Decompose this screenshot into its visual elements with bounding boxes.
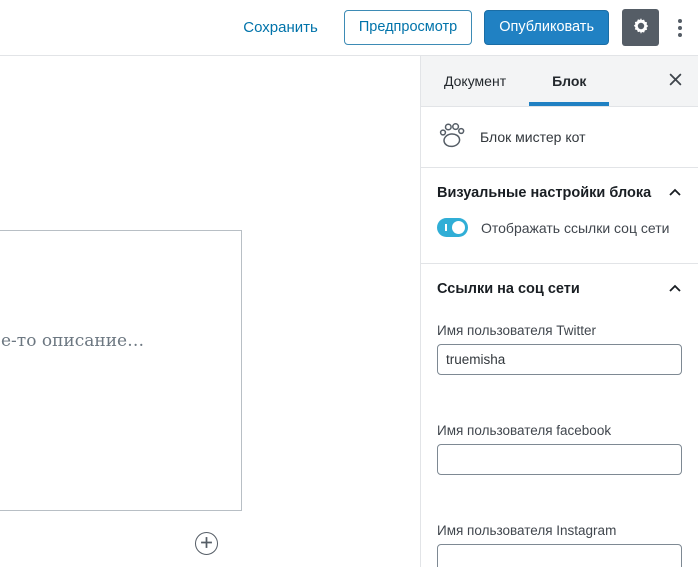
panel-title: Ссылки на соц сети [437,281,580,297]
toggle-label: Отображать ссылки соц сети [481,219,670,236]
twitter-username-label: Имя пользователя Twitter [437,323,597,338]
plus-circle-icon [200,535,213,552]
close-sidebar-button[interactable] [663,56,688,106]
save-draft-button[interactable]: Сохранить [243,19,318,36]
gear-icon [631,16,651,39]
block-inserter-button[interactable] [195,532,218,555]
panel-social-links: Ссылки на соц сети Имя пользователя Twit… [421,263,698,567]
panel-social-links-header[interactable]: Ссылки на соц сети [421,264,698,312]
more-vertical-icon [678,18,682,37]
publish-button[interactable]: Опубликовать [484,10,609,45]
settings-sidebar: Документ Блок Блок мистер кот Визуальные… [420,56,698,567]
sidebar-tab-header: Документ Блок [421,56,698,107]
block-card: Блок мистер кот [421,107,698,168]
panel-title: Визуальные настройки блока [437,185,652,201]
toggle-on-bar [445,224,447,231]
tab-document[interactable]: Документ [421,56,529,106]
field-group-instagram: Имя пользователя Instagram [421,523,698,567]
selected-block-outline[interactable] [0,230,242,511]
toggle-knob [452,221,465,234]
facebook-username-label: Имя пользователя facebook [437,423,612,438]
twitter-username-input[interactable] [437,344,682,375]
field-group-twitter: Имя пользователя Twitter [421,323,698,375]
toggle-row: Отображать ссылки соц сети [421,216,698,263]
block-description-placeholder[interactable]: е-то описание… [1,331,144,351]
block-card-title: Блок мистер кот [480,129,586,145]
chevron-up-icon [668,281,682,297]
tab-block[interactable]: Блок [529,56,609,106]
facebook-username-input[interactable] [437,444,682,475]
editor-canvas: е-то описание… [0,56,420,567]
chevron-up-icon [668,185,682,201]
more-menu-button[interactable] [672,15,688,41]
paw-icon [437,120,466,154]
show-social-links-toggle[interactable] [437,218,468,237]
panel-visual-settings: Визуальные настройки блока Отображать сс… [421,168,698,263]
editor-topbar: Сохранить Предпросмотр Опубликовать [0,0,698,56]
instagram-username-label: Имя пользователя Instagram [437,523,617,538]
field-group-facebook: Имя пользователя facebook [421,423,698,475]
preview-button[interactable]: Предпросмотр [343,10,473,45]
settings-button[interactable] [622,9,659,46]
panel-visual-settings-header[interactable]: Визуальные настройки блока [421,168,698,216]
instagram-username-input[interactable] [437,544,682,567]
close-icon [669,73,682,89]
